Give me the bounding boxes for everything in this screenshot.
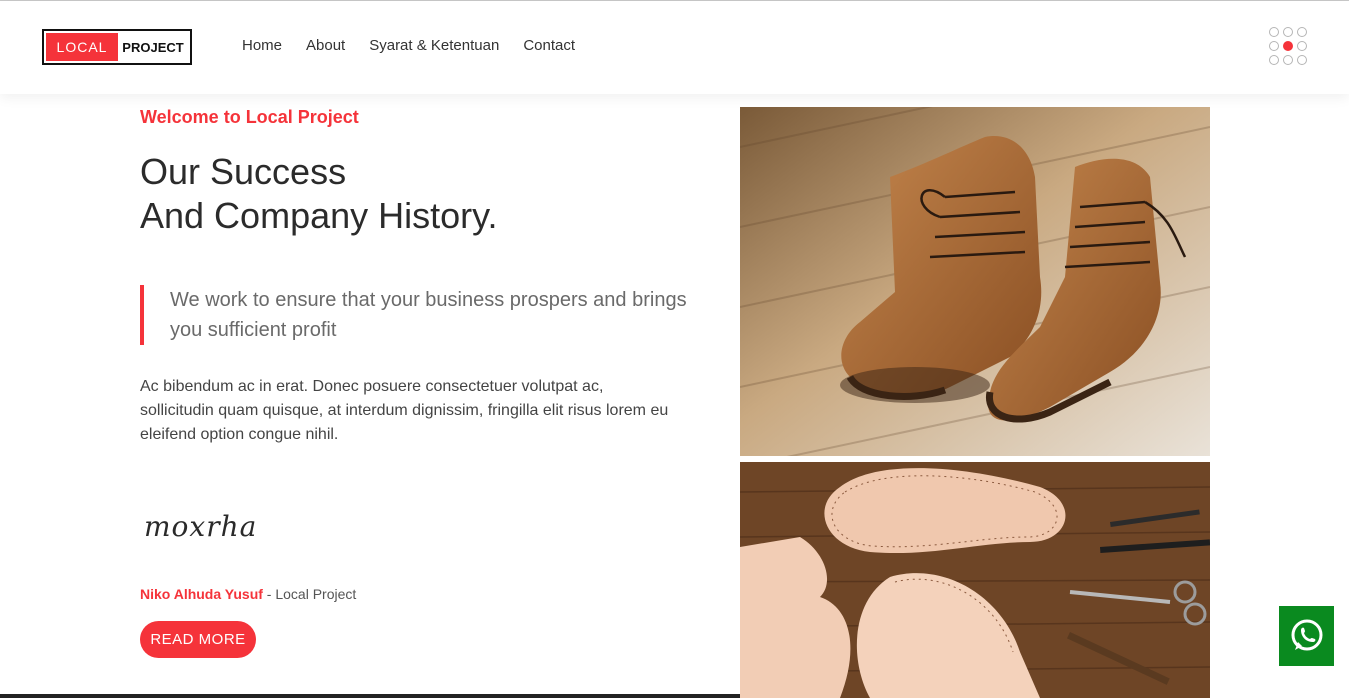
menu-dot (1283, 27, 1293, 37)
nav-about[interactable]: About (306, 37, 345, 54)
main-nav: Home About Syarat & Ketentuan Contact (242, 37, 575, 54)
page-bottom-line (0, 694, 740, 698)
page-title: Our Success And Company History. (140, 150, 700, 238)
nav-terms[interactable]: Syarat & Ketentuan (369, 37, 499, 54)
whatsapp-button[interactable] (1279, 606, 1334, 666)
quote-block: We work to ensure that your business pro… (140, 285, 700, 345)
nav-home[interactable]: Home (242, 37, 282, 54)
logo-right-text: PROJECT (122, 39, 184, 55)
leather-boots-image (740, 107, 1210, 456)
menu-dot (1283, 55, 1293, 65)
menu-dot (1269, 41, 1279, 51)
menu-dot (1297, 27, 1307, 37)
menu-dot (1297, 55, 1307, 65)
menu-dot (1269, 55, 1279, 65)
menu-dot (1269, 27, 1279, 37)
logo-left-text: LOCAL (46, 33, 118, 61)
site-header: LOCAL PROJECT Home About Syarat & Ketent… (0, 1, 1349, 94)
title-line-2: And Company History. (140, 195, 498, 236)
site-logo[interactable]: LOCAL PROJECT (42, 29, 192, 65)
read-more-button[interactable]: READ MORE (140, 621, 256, 658)
author-line: Niko Alhuda Yusuf - Local Project (140, 586, 356, 602)
menu-dot-active (1283, 41, 1293, 51)
title-line-1: Our Success (140, 151, 347, 192)
whatsapp-icon (1291, 619, 1322, 651)
author-name: Niko Alhuda Yusuf (140, 586, 263, 602)
welcome-subtitle: Welcome to Local Project (140, 107, 359, 127)
author-company: - Local Project (262, 586, 357, 602)
nav-contact[interactable]: Contact (523, 37, 575, 54)
leather-patterns-image (740, 462, 1210, 698)
signature: moxrha (144, 510, 258, 543)
grid-dots-icon[interactable] (1269, 27, 1311, 69)
menu-dot (1297, 41, 1307, 51)
intro-paragraph: Ac bibendum ac in erat. Donec posuere co… (140, 378, 669, 443)
